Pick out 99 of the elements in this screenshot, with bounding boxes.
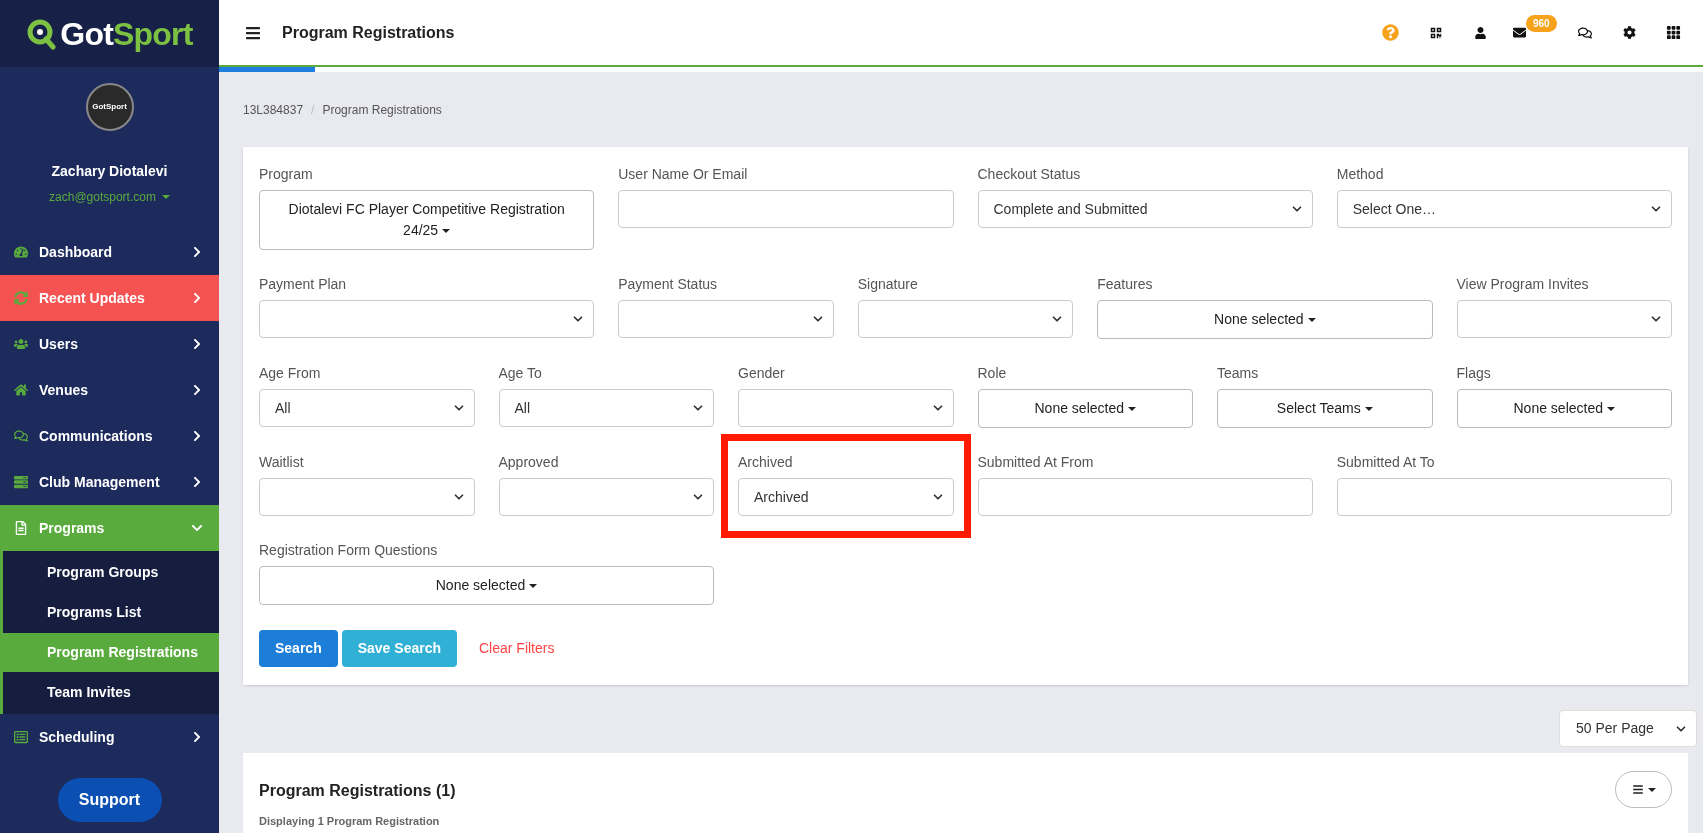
dropdown-field[interactable]: All xyxy=(498,389,714,427)
user-name: Zachary Diotalevi xyxy=(51,162,168,181)
chevron-down-icon xyxy=(191,522,203,534)
sidebar-item[interactable]: Users xyxy=(0,321,219,367)
dropdown-field[interactable] xyxy=(1456,300,1672,338)
qr-code-icon[interactable] xyxy=(1429,26,1442,39)
dropdown-field[interactable] xyxy=(259,300,595,338)
field-label: Checkout Status xyxy=(977,165,1082,184)
logo-icon xyxy=(26,17,57,50)
results-title: Program Registrations (1) xyxy=(259,781,457,801)
dropdown-field[interactable]: Select One… xyxy=(1336,190,1672,228)
field-label: Method xyxy=(1336,165,1385,184)
caret-icon xyxy=(1647,787,1656,792)
apps-grid-icon[interactable] xyxy=(1665,25,1681,40)
menu-icon xyxy=(1631,784,1644,795)
breadcrumb-link[interactable]: Program Registrations xyxy=(322,101,442,119)
field-label: Teams xyxy=(1217,364,1260,383)
caret-icon xyxy=(529,584,538,589)
field-label: Program xyxy=(259,165,314,184)
field-label: Payment Status xyxy=(618,275,719,294)
submenu-item[interactable]: Program Groups xyxy=(3,553,219,592)
results-subtitle: Displaying 1 Program Registration xyxy=(259,814,441,829)
action-button[interactable]: Search xyxy=(259,630,338,667)
sidebar-item[interactable]: Communications xyxy=(0,413,219,459)
mail-icon[interactable] xyxy=(1512,26,1527,39)
dropdown-field[interactable] xyxy=(259,478,475,516)
dropdown-field[interactable]: Complete and Submitted xyxy=(977,190,1313,228)
refresh-icon xyxy=(14,291,28,305)
server-icon xyxy=(14,475,28,489)
breadcrumb-link[interactable]: 13L384837 xyxy=(243,101,304,119)
chevron-right-icon xyxy=(191,430,203,442)
field-label: Signature xyxy=(857,275,919,294)
breadcrumb-separator: / xyxy=(311,102,315,119)
input-field[interactable] xyxy=(977,478,1313,516)
caret-icon xyxy=(1364,407,1373,412)
field-label: View Program Invites xyxy=(1456,275,1590,294)
dropdown-field[interactable] xyxy=(857,300,1074,338)
caret-icon xyxy=(1128,407,1136,412)
user-icon[interactable] xyxy=(1475,26,1486,39)
sidebar-item[interactable]: Scheduling xyxy=(0,714,219,760)
support-button[interactable]: Support xyxy=(57,778,162,822)
sidebar-item[interactable]: Dashboard xyxy=(0,229,219,275)
multiselect-button[interactable]: None selected xyxy=(1456,389,1672,428)
field-label: Submitted At From xyxy=(977,453,1095,472)
chat-bubbles-icon[interactable] xyxy=(1578,25,1592,40)
multiselect-button[interactable]: None selected xyxy=(259,566,714,605)
avatar-logo: GotSport xyxy=(85,83,134,131)
dropdown-field[interactable] xyxy=(618,300,834,338)
field-label: Age From xyxy=(259,364,322,383)
input-field[interactable] xyxy=(1336,478,1672,516)
field-label: Waitlist xyxy=(259,453,305,472)
field-label: Registration Form Questions xyxy=(259,541,439,560)
field-label: Approved xyxy=(498,453,560,472)
caret-icon xyxy=(161,195,170,199)
settings-icon[interactable] xyxy=(1622,26,1636,39)
dropdown-field[interactable]: Archived xyxy=(738,478,954,516)
chevron-right-icon xyxy=(191,476,203,488)
page-title: Program Registrations xyxy=(282,22,456,43)
field-label: User Name Or Email xyxy=(618,165,749,184)
input-field[interactable] xyxy=(618,190,954,228)
caret-icon xyxy=(1607,407,1615,412)
house-icon xyxy=(14,383,28,397)
dropdown-field[interactable]: All xyxy=(259,389,475,427)
field-label: Gender xyxy=(738,364,786,383)
field-label: Submitted At To xyxy=(1336,453,1436,472)
chevron-right-icon xyxy=(191,384,203,396)
field-label: Payment Plan xyxy=(259,275,348,294)
per-page-dropdown[interactable]: 50 Per Page xyxy=(1559,710,1697,747)
chevron-right-icon xyxy=(191,338,203,350)
field-label: Flags xyxy=(1456,364,1492,383)
list-icon xyxy=(14,730,28,744)
multiselect-button[interactable]: None selected xyxy=(1097,300,1433,339)
submenu-item[interactable]: Team Invites xyxy=(3,673,219,712)
field-label: Role xyxy=(977,364,1008,383)
multiselect-button[interactable]: Diotalevi FC Player Competitive Registration 24/25 xyxy=(259,190,595,250)
dropdown-field[interactable] xyxy=(738,389,954,427)
help-icon[interactable] xyxy=(1382,24,1399,41)
users-icon xyxy=(14,337,28,351)
caret-icon xyxy=(442,229,451,234)
field-label: Age To xyxy=(498,364,543,383)
user-email-menu[interactable]: zach@gotsport.com xyxy=(49,188,170,206)
field-label: Features xyxy=(1097,275,1154,294)
field-label: Archived xyxy=(738,453,794,472)
chevron-right-icon xyxy=(191,246,203,258)
sidebar-item[interactable]: Venues xyxy=(0,367,219,413)
chevron-right-icon xyxy=(191,731,203,743)
multiselect-button[interactable]: None selected xyxy=(977,389,1193,428)
menu-icon[interactable] xyxy=(243,24,263,41)
gauge-icon xyxy=(14,245,28,259)
notification-count: 960 xyxy=(1526,15,1557,32)
dropdown-field[interactable] xyxy=(498,478,714,516)
submenu-item[interactable]: Programs List xyxy=(3,593,219,632)
multiselect-button[interactable]: Select Teams xyxy=(1217,389,1433,428)
document-icon xyxy=(14,521,28,535)
logo-wordmark: GotSport xyxy=(60,17,193,50)
sidebar-item[interactable]: Club Management xyxy=(0,459,219,505)
chevron-right-icon xyxy=(191,292,203,304)
caret-icon xyxy=(1307,318,1316,323)
chat-bubbles-icon xyxy=(14,429,28,443)
